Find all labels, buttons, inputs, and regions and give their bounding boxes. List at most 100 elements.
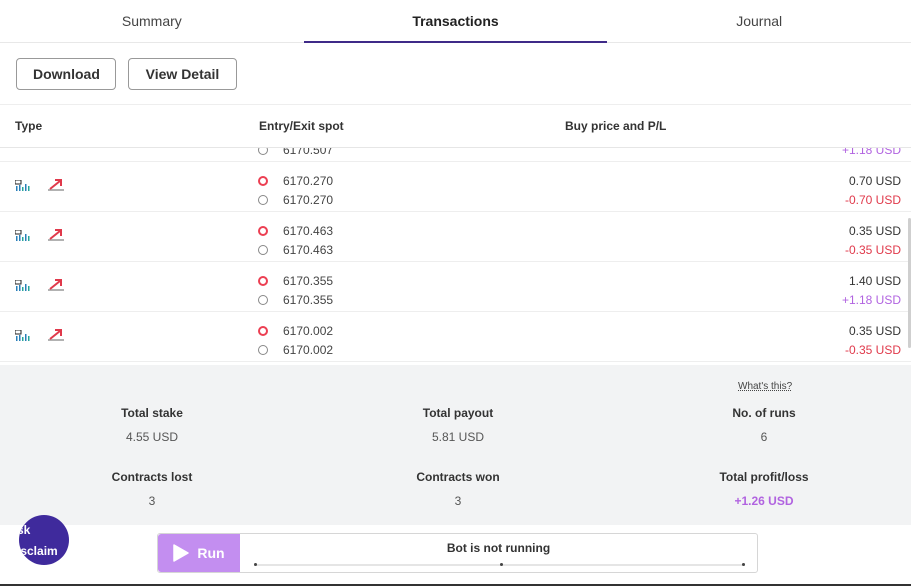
- transactions-list-inner: 6170.5076170.5071.40 USD+1.18 USD6170.27…: [0, 148, 911, 362]
- run-label: Run: [197, 545, 225, 561]
- transactions-list[interactable]: 6170.5076170.5071.40 USD+1.18 USD6170.27…: [0, 148, 911, 365]
- stat-total-profit-loss: Total profit/loss +1.26 USD: [664, 470, 864, 508]
- stat-value: 4.55 USD: [125, 430, 179, 444]
- table-header: Type Entry/Exit spot Buy price and P/L: [0, 105, 911, 148]
- tab-summary[interactable]: Summary: [0, 0, 304, 42]
- run-panel: Run Bot is not running: [157, 533, 758, 573]
- header-buy-price-pl: Buy price and P/L: [565, 119, 667, 133]
- profit-loss: -0.70 USD: [844, 192, 901, 207]
- download-button[interactable]: Download: [16, 57, 116, 90]
- stat-value: 3: [454, 494, 462, 508]
- exit-spot-value: 6170.270: [283, 192, 334, 207]
- stat-contracts-lost: Contracts lost 3: [52, 470, 252, 508]
- rise-arrow-icon: [47, 328, 65, 347]
- entry-exit-spot: 6170.270 6170.270: [258, 171, 333, 209]
- entry-exit-spot: 6170.463 6170.463: [258, 221, 333, 259]
- exit-spot-value: 6170.463: [283, 242, 334, 257]
- run-button[interactable]: Run: [158, 534, 240, 572]
- summary-panel: What's this? Total stake 4.55 USD Total …: [0, 365, 911, 525]
- contract-type: [14, 328, 65, 347]
- rise-arrow-icon: [47, 228, 65, 247]
- buy-price-pl: 0.35 USD -0.35 USD: [845, 221, 901, 259]
- table-row[interactable]: 6170.463 6170.463 0.35 USD -0.35 USD: [0, 212, 911, 262]
- entry-spot-icon: [258, 275, 268, 286]
- tab-journal[interactable]: Journal: [607, 0, 911, 42]
- tab-bar: Summary Transactions Journal: [0, 0, 911, 43]
- stat-label: Contracts lost: [111, 470, 193, 484]
- contract-type: [14, 228, 65, 247]
- exit-spot-icon: [258, 344, 268, 355]
- exit-spot-icon: [258, 148, 268, 155]
- stat-label: Contracts won: [416, 470, 500, 484]
- progress-step: [254, 563, 257, 566]
- exit-spot-icon: [258, 194, 268, 205]
- stat-value: +1.26 USD: [734, 494, 794, 508]
- rise-arrow-icon: [47, 278, 65, 297]
- table-row[interactable]: 6170.5076170.507 1.40 USD+1.18 USD: [0, 148, 911, 162]
- trade-type-chart-icon: [14, 279, 31, 297]
- stat-label: Total profit/loss: [719, 470, 809, 484]
- buy-price-pl: 0.70 USD -0.70 USD: [845, 171, 901, 209]
- contract-type: [14, 278, 65, 297]
- header-entry-exit-spot: Entry/Exit spot: [259, 119, 344, 133]
- progress-step: [499, 563, 503, 566]
- stat-contracts-won: Contracts won 3: [358, 470, 558, 508]
- fab-text-line-1: sk: [19, 523, 31, 537]
- rise-arrow-icon: [47, 178, 65, 197]
- entry-exit-spot: 6170.002 6170.002: [258, 321, 333, 359]
- whats-this-link[interactable]: What's this?: [738, 381, 792, 392]
- toolbar: Download View Detail: [0, 43, 911, 105]
- table-row[interactable]: 6170.355 6170.355 1.40 USD +1.18 USD: [0, 262, 911, 312]
- exit-spot-value: 6170.002: [283, 342, 334, 357]
- tab-transactions[interactable]: Transactions: [303, 0, 608, 43]
- stat-label: No. of runs: [732, 406, 796, 420]
- play-icon: [173, 544, 190, 562]
- footer: Run Bot is not running: [0, 525, 911, 586]
- entry-spot-value: 6170.002: [283, 323, 334, 338]
- buy-price: 1.40 USD: [848, 273, 901, 288]
- buy-price: 0.70 USD: [848, 173, 901, 188]
- buy-price-pl: 0.35 USD -0.35 USD: [845, 321, 901, 359]
- profit-loss: -0.35 USD: [844, 242, 901, 257]
- profit-loss: -0.35 USD: [844, 342, 901, 357]
- table-row[interactable]: 6170.002 6170.002 0.35 USD -0.35 USD: [0, 312, 911, 362]
- entry-spot-value: 6170.270: [283, 173, 334, 188]
- entry-exit-spot: 6170.355 6170.355: [258, 271, 333, 309]
- entry-spot-icon: [258, 175, 268, 186]
- progress-step: [742, 563, 745, 566]
- buy-price-pl: 1.40 USD +1.18 USD: [842, 271, 901, 309]
- profit-loss: +1.18 USD: [841, 292, 901, 307]
- stat-no-of-runs: No. of runs 6: [664, 406, 864, 444]
- trade-type-chart-icon: [14, 229, 31, 247]
- entry-spot-icon: [258, 225, 268, 236]
- exit-spot-value: 6170.507: [283, 148, 334, 157]
- exit-spot-value: 6170.355: [283, 292, 334, 307]
- exit-spot-icon: [258, 244, 268, 255]
- stat-label: Total stake: [121, 406, 183, 420]
- fab-text-line-2: isclaim: [19, 544, 58, 558]
- stat-total-stake: Total stake 4.55 USD: [52, 406, 252, 444]
- stat-value: 3: [148, 494, 156, 508]
- exit-spot-icon: [258, 294, 268, 305]
- stat-total-payout: Total payout 5.81 USD: [358, 406, 558, 444]
- buy-price-pl: 1.40 USD+1.18 USD: [842, 148, 901, 159]
- buy-price: 0.35 USD: [848, 223, 901, 238]
- status-progress: [254, 563, 745, 566]
- entry-spot-icon: [258, 325, 268, 336]
- stat-label: Total payout: [422, 406, 494, 420]
- table-row[interactable]: 6170.270 6170.270 0.70 USD -0.70 USD: [0, 162, 911, 212]
- entry-spot-value: 6170.463: [283, 223, 334, 238]
- stat-value: 6: [760, 430, 768, 444]
- trade-type-chart-icon: [14, 179, 31, 197]
- entry-exit-spot: 6170.5076170.507: [258, 148, 333, 159]
- profit-loss: +1.18 USD: [841, 148, 901, 157]
- risk-disclaimer-button[interactable]: sk isclaim: [19, 515, 69, 565]
- stat-value: 5.81 USD: [431, 430, 485, 444]
- header-type: Type: [15, 119, 43, 133]
- buy-price: 0.35 USD: [848, 323, 901, 338]
- contract-type: [14, 178, 65, 197]
- bot-status: Bot is not running: [446, 541, 551, 555]
- trade-type-chart-icon: [14, 329, 31, 347]
- entry-spot-value: 6170.355: [283, 273, 334, 288]
- view-detail-button[interactable]: View Detail: [128, 57, 237, 90]
